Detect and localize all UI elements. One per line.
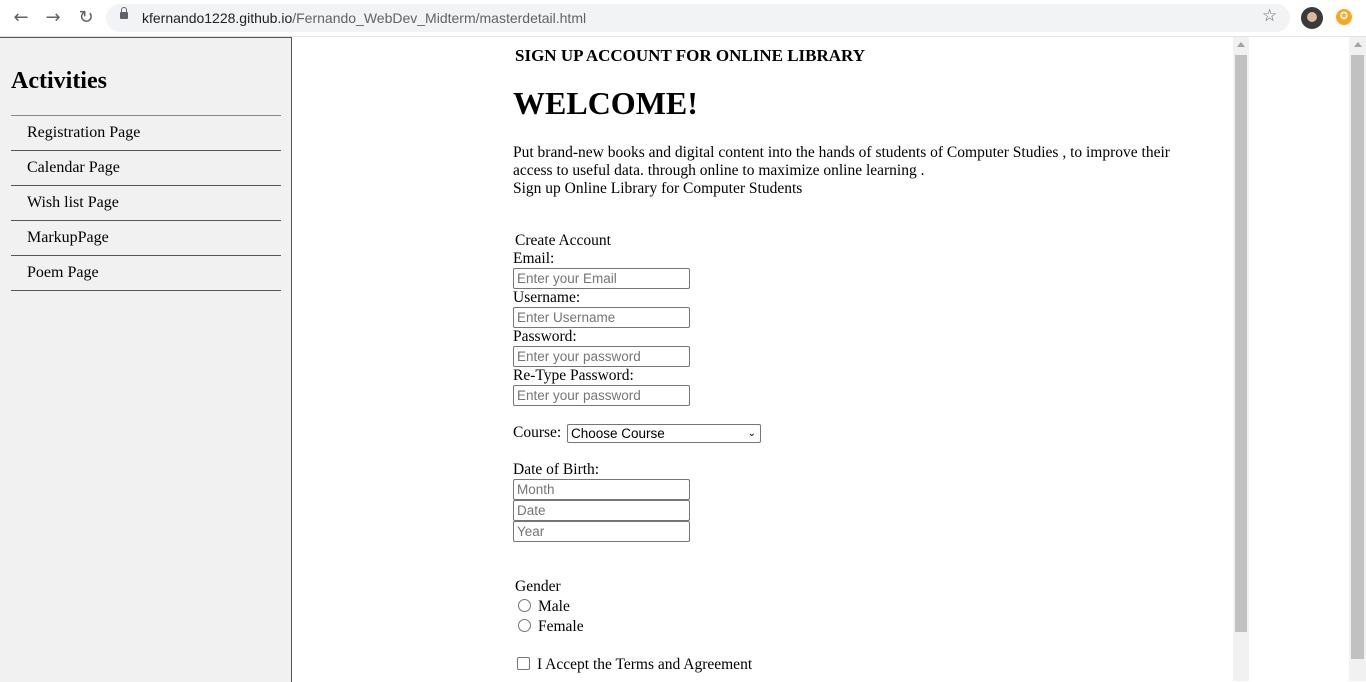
- back-arrow-icon[interactable]: ←: [10, 7, 32, 29]
- password-field[interactable]: [513, 346, 690, 367]
- url-text[interactable]: kfernando1228.github.io/Fernando_WebDev_…: [142, 4, 586, 32]
- course-label: Course:: [513, 424, 562, 441]
- password-label: Password:: [513, 328, 577, 345]
- browser-toolbar: ← → ↻ kfernando1228.github.io/Fernando_W…: [0, 0, 1366, 37]
- main-content: SIGN UP ACCOUNT FOR ONLINE LIBRARY WELCO…: [292, 37, 1233, 681]
- lock-icon[interactable]: [120, 7, 128, 19]
- sidebar: Activities Registration Page Calendar Pa…: [0, 37, 292, 682]
- reload-icon[interactable]: ↻: [75, 7, 97, 29]
- forward-arrow-icon[interactable]: →: [42, 7, 64, 29]
- male-radio[interactable]: [518, 599, 531, 612]
- sidebar-item-markup[interactable]: MarkupPage: [11, 221, 281, 256]
- terms-checkbox[interactable]: [517, 657, 530, 670]
- chevron-down-icon: ⌄: [747, 428, 756, 439]
- extension-icon[interactable]: ✪: [1336, 9, 1352, 25]
- retype-password-field[interactable]: [513, 385, 690, 406]
- email-label: Email:: [513, 250, 555, 267]
- username-label: Username:: [513, 289, 581, 306]
- dob-label: Date of Birth:: [513, 461, 600, 478]
- username-field[interactable]: [513, 307, 690, 328]
- sidebar-item-poem[interactable]: Poem Page: [11, 256, 281, 291]
- page-scrollbar[interactable]: [1349, 37, 1366, 681]
- sidebar-item-registration[interactable]: Registration Page: [11, 116, 281, 151]
- sidebar-item-wishlist[interactable]: Wish list Page: [11, 186, 281, 221]
- sidebar-item-calendar[interactable]: Calendar Page: [11, 151, 281, 186]
- intro-paragraph: Put brand-new books and digital content …: [513, 144, 1213, 198]
- intro-text: Put brand-new books and digital content …: [513, 144, 1170, 179]
- form-legend: Create Account: [515, 232, 611, 249]
- date-field[interactable]: [513, 500, 690, 521]
- gender-label: Gender: [515, 578, 561, 595]
- intro-signup-text: Sign up Online Library for Computer Stud…: [513, 180, 803, 197]
- url-host: kfernando1228.github.io: [142, 10, 293, 26]
- scrollbar-thumb[interactable]: [1351, 55, 1364, 659]
- female-radio[interactable]: [518, 619, 531, 632]
- scrollbar-thumb[interactable]: [1235, 55, 1247, 632]
- year-field[interactable]: [513, 521, 690, 542]
- scroll-up-icon[interactable]: [1354, 42, 1362, 47]
- profile-avatar[interactable]: [1301, 7, 1323, 29]
- page-subheading: SIGN UP ACCOUNT FOR ONLINE LIBRARY: [515, 46, 866, 65]
- url-path: /Fernando_WebDev_Midterm/masterdetail.ht…: [292, 10, 587, 26]
- email-field[interactable]: [513, 268, 690, 289]
- terms-label: I Accept the Terms and Agreement: [537, 656, 753, 673]
- bookmark-star-icon[interactable]: ☆: [1262, 6, 1277, 26]
- address-bar[interactable]: kfernando1228.github.io/Fernando_WebDev_…: [106, 4, 1290, 32]
- sidebar-list: Registration Page Calendar Page Wish lis…: [11, 116, 281, 291]
- course-select[interactable]: Choose Course ⌄: [567, 424, 761, 443]
- sidebar-title: Activities: [11, 68, 107, 94]
- retype-password-label: Re-Type Password:: [513, 367, 634, 384]
- female-label: Female: [538, 618, 584, 635]
- course-selected-value: Choose Course: [571, 426, 665, 441]
- scroll-up-icon[interactable]: [1237, 42, 1245, 47]
- page-title: WELCOME!: [513, 85, 698, 121]
- content-scrollbar[interactable]: [1233, 37, 1249, 681]
- month-field[interactable]: [513, 479, 690, 500]
- male-label: Male: [538, 598, 570, 615]
